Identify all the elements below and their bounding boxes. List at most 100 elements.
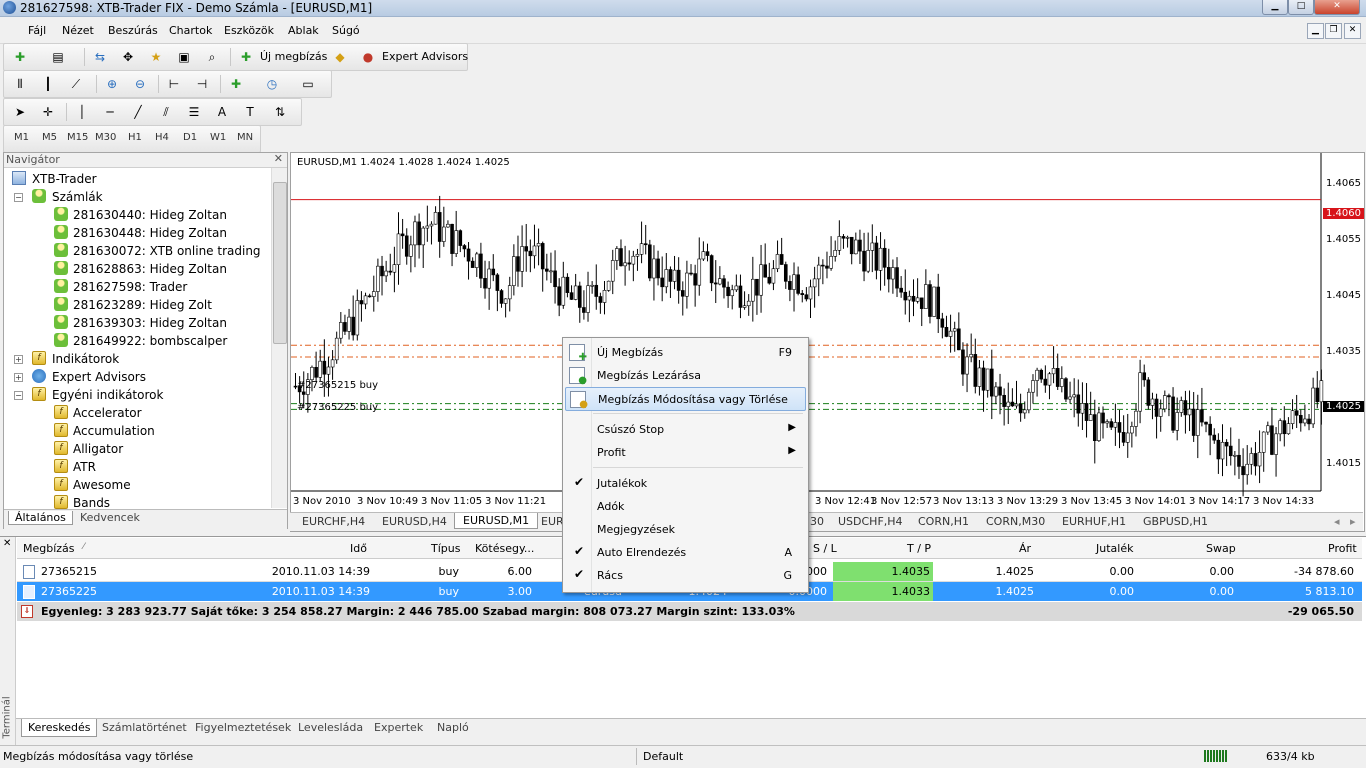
chart-tab[interactable]: EURHUF,H1 xyxy=(1062,515,1126,528)
chart-tab[interactable]: USDCHF,H4 xyxy=(838,515,903,528)
equidistant-channel-icon[interactable]: ⫽ xyxy=(156,103,176,121)
account-item[interactable]: 281630072: XTB online trading xyxy=(73,244,261,258)
account-item[interactable]: 281630448: Hideg Zoltan xyxy=(73,226,227,240)
timeframe-m5[interactable]: M5 xyxy=(42,132,57,143)
mdi-restore-button[interactable]: ❐ xyxy=(1325,23,1342,39)
candlestick-chart[interactable] xyxy=(291,153,1364,513)
cursor-icon[interactable]: ➤ xyxy=(10,103,30,121)
arrows-icon[interactable]: ⇅ xyxy=(270,103,290,121)
timeframe-mn[interactable]: MN xyxy=(237,132,253,143)
chart-shift-icon[interactable]: ⊣ xyxy=(192,75,212,93)
timeframe-m30[interactable]: M30 xyxy=(95,132,116,143)
text-icon[interactable]: A xyxy=(212,103,232,121)
tab-favorites[interactable]: Kedvencek xyxy=(80,511,140,524)
chart-tab[interactable]: GBPUSD,H1 xyxy=(1143,515,1208,528)
menu-view[interactable]: Nézet xyxy=(62,24,94,37)
menu-new-order[interactable]: ✚ Új Megbízás F9 xyxy=(565,341,804,363)
indicator-item[interactable]: Accelerator xyxy=(73,406,142,420)
menu-grid[interactable]: ✔ Rács G xyxy=(565,564,804,586)
menu-trailing-stop[interactable]: Csúszó Stop ▶ xyxy=(565,418,804,440)
tab-experts[interactable]: Expertek xyxy=(374,721,423,734)
navigator-scrollbar[interactable] xyxy=(271,168,287,508)
timeframe-d1[interactable]: D1 xyxy=(183,132,197,143)
timeframe-h1[interactable]: H1 xyxy=(128,132,142,143)
menu-taxes[interactable]: Adók xyxy=(565,495,804,517)
autoscroll-icon[interactable]: ⊢ xyxy=(164,75,184,93)
timeframe-m15[interactable]: M15 xyxy=(67,132,88,143)
menu-insert[interactable]: Beszúrás xyxy=(108,24,158,37)
account-item[interactable]: 281627598: Trader xyxy=(73,280,187,294)
trendline-icon[interactable]: ╱ xyxy=(128,103,148,121)
indicator-item[interactable]: Bands xyxy=(73,496,110,510)
terminal-close-icon[interactable]: ✕ xyxy=(3,538,11,549)
chart-tab[interactable]: EURUSD,H4 xyxy=(382,515,447,528)
vertical-line-icon[interactable]: │ xyxy=(72,103,92,121)
indicator-item[interactable]: Alligator xyxy=(73,442,123,456)
tab-journal[interactable]: Napló xyxy=(437,721,469,734)
strategy-tester-icon[interactable]: ⌕ xyxy=(202,48,222,66)
chart-tab[interactable]: CORN,H1 xyxy=(918,515,969,528)
zoom-in-icon[interactable]: ⊕ xyxy=(102,75,122,93)
tree-custom-indicators[interactable]: Egyéni indikátorok xyxy=(52,388,163,402)
navigator-icon[interactable]: ★ xyxy=(146,48,166,66)
chart-window[interactable]: EURUSD,M1 1.4024 1.4028 1.4024 1.4025 #2… xyxy=(290,152,1365,532)
tab-account-history[interactable]: Számlatörténet xyxy=(102,721,187,734)
metaeditor-icon[interactable]: ◆ xyxy=(330,48,350,66)
menu-file[interactable]: Fájl xyxy=(28,24,46,37)
tab-mailbox[interactable]: Levelesláda xyxy=(298,721,363,734)
chart-tab[interactable]: 30 xyxy=(810,515,824,528)
indicator-item[interactable]: ATR xyxy=(73,460,96,474)
minimize-button[interactable]: ▁ xyxy=(1262,0,1288,15)
col-profit[interactable]: Profit xyxy=(1328,542,1357,555)
col-time[interactable]: Idő xyxy=(350,542,367,555)
new-order-icon[interactable]: ✚ xyxy=(236,48,256,66)
menu-close-order[interactable]: ● Megbízás Lezárása xyxy=(565,364,804,386)
menu-help[interactable]: Súgó xyxy=(332,24,360,37)
collapse-accounts-icon[interactable]: − xyxy=(14,193,23,202)
scroll-thumb[interactable] xyxy=(273,182,287,344)
tree-expert-advisors[interactable]: Expert Advisors xyxy=(52,370,146,384)
candlestick-icon[interactable]: ┃ xyxy=(38,75,58,93)
menu-auto-arrange[interactable]: ✔ Auto Elrendezés A xyxy=(565,541,804,563)
tab-scroll-left-icon[interactable]: ◂ xyxy=(1334,515,1340,528)
col-size[interactable]: Kötésegy... xyxy=(475,542,534,555)
tab-general[interactable]: Általános xyxy=(8,511,73,525)
profiles-icon[interactable]: ▤ xyxy=(48,48,68,66)
account-item[interactable]: 281639303: Hideg Zoltan xyxy=(73,316,227,330)
chart-tab-active[interactable]: EURUSD,M1 xyxy=(454,513,539,529)
horizontal-line-icon[interactable]: ─ xyxy=(100,103,120,121)
expert-advisors-button[interactable]: Expert Advisors xyxy=(382,50,468,63)
periods-icon[interactable]: ◷ xyxy=(262,75,282,93)
timeframe-m1[interactable]: M1 xyxy=(14,132,29,143)
menu-window[interactable]: Ablak xyxy=(288,24,319,37)
menu-profit[interactable]: Profit ▶ xyxy=(565,441,804,463)
col-type[interactable]: Típus xyxy=(431,542,460,555)
chart-tab[interactable]: EURCHF,H4 xyxy=(302,515,365,528)
col-tp[interactable]: T / P xyxy=(907,542,931,555)
terminal-icon[interactable]: ▣ xyxy=(174,48,194,66)
data-window-icon[interactable]: ✥ xyxy=(118,48,138,66)
tree-accounts[interactable]: Számlák xyxy=(52,190,103,204)
navigator-close-icon[interactable]: ✕ xyxy=(274,152,283,165)
tab-trade[interactable]: Kereskedés xyxy=(21,719,98,737)
crosshair-icon[interactable]: ✛ xyxy=(38,103,58,121)
new-order-button[interactable]: Új megbízás xyxy=(260,50,327,63)
col-swap[interactable]: Swap xyxy=(1206,542,1236,555)
expand-experts-icon[interactable]: + xyxy=(14,373,23,382)
menu-tools[interactable]: Eszközök xyxy=(224,24,274,37)
mdi-minimize-button[interactable]: ▁ xyxy=(1307,23,1324,39)
line-chart-icon[interactable]: ⟋ xyxy=(66,75,86,93)
templates-icon[interactable]: ▭ xyxy=(298,75,318,93)
chart-tab[interactable]: EUR xyxy=(541,515,564,528)
bar-chart-icon[interactable]: ⫴ xyxy=(10,75,30,93)
new-chart-icon[interactable]: ✚ xyxy=(10,48,30,66)
col-commission[interactable]: Jutalék xyxy=(1096,542,1133,555)
indicators-list-icon[interactable]: ✚ xyxy=(226,75,246,93)
tab-scroll-right-icon[interactable]: ▸ xyxy=(1350,515,1356,528)
tree-root[interactable]: XTB-Trader xyxy=(32,172,97,186)
tab-alerts[interactable]: Figyelmeztetések xyxy=(195,721,291,734)
menu-commissions[interactable]: ✔ Jutalékok xyxy=(565,472,804,494)
timeframe-h4[interactable]: H4 xyxy=(155,132,169,143)
close-button[interactable]: ✕ xyxy=(1314,0,1360,15)
account-item[interactable]: 281623289: Hideg Zolt xyxy=(73,298,212,312)
